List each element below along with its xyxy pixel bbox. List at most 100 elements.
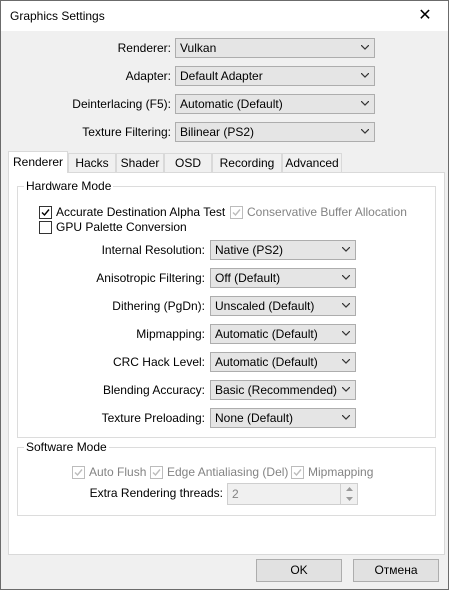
auto-flush-label: Auto Flush: [89, 465, 147, 479]
checkbox-checked-icon: [150, 465, 163, 479]
extra-threads-row: Extra Rendering threads:: [18, 486, 223, 500]
chevron-down-icon: [342, 359, 350, 364]
anisotropic-filtering-label: Anisotropic Filtering:: [96, 271, 205, 285]
tab-hacks-label: Hacks: [75, 156, 109, 170]
checkbox-unchecked-icon: [39, 220, 52, 234]
checkbox-checked-icon: [291, 465, 304, 479]
tab-recording-label: Recording: [219, 156, 275, 170]
accurate-destination-alpha-checkbox[interactable]: Accurate Destination Alpha Test: [39, 205, 225, 219]
chevron-down-icon: [342, 387, 350, 392]
deinterlacing-label: Deinterlacing (F5):: [72, 97, 171, 111]
conservative-buffer-checkbox[interactable]: Conservative Buffer Allocation: [230, 205, 407, 219]
window-title: Graphics Settings: [10, 9, 105, 23]
chevron-down-icon: [342, 331, 350, 336]
texture-filtering-label: Texture Filtering:: [82, 125, 171, 139]
crc-hack-level-label: CRC Hack Level:: [112, 355, 205, 369]
chevron-down-icon: [342, 303, 350, 308]
crc-hack-level-value: Automatic (Default): [215, 355, 318, 369]
renderer-label: Renderer:: [117, 41, 171, 55]
texture-preloading-select[interactable]: None (Default): [210, 408, 356, 428]
renderer-select[interactable]: Vulkan: [175, 38, 375, 58]
deinterlacing-value: Automatic (Default): [180, 97, 283, 111]
tab-renderer-label: Renderer: [12, 155, 64, 169]
extra-threads-value: 2: [232, 487, 239, 501]
dithering-select[interactable]: Unscaled (Default): [210, 296, 356, 316]
tab-advanced[interactable]: Advanced: [282, 153, 342, 172]
tab-hacks[interactable]: Hacks: [68, 153, 116, 172]
edge-antialiasing-label: Edge Antialiasing (Del): [167, 465, 289, 479]
blending-accuracy-row: Blending Accuracy: Basic (Recommended): [18, 380, 356, 400]
chevron-down-icon: [361, 45, 369, 50]
conservative-buffer-label: Conservative Buffer Allocation: [247, 205, 407, 219]
texture-filtering-select[interactable]: Bilinear (PS2): [175, 122, 375, 142]
dithering-row: Dithering (PgDn): Unscaled (Default): [18, 296, 356, 316]
checkbox-checked-icon: [230, 205, 243, 219]
texture-preloading-value: None (Default): [215, 411, 294, 425]
internal-resolution-select[interactable]: Native (PS2): [210, 240, 356, 260]
gpu-palette-conversion-checkbox[interactable]: GPU Palette Conversion: [39, 220, 187, 234]
spin-down-icon[interactable]: [341, 494, 357, 504]
internal-resolution-value: Native (PS2): [215, 243, 284, 257]
texture-preloading-row: Texture Preloading: None (Default): [18, 408, 356, 428]
edge-antialiasing-checkbox[interactable]: Edge Antialiasing (Del): [150, 465, 288, 479]
dithering-value: Unscaled (Default): [215, 299, 315, 313]
renderer-row: Renderer: Vulkan: [1, 38, 375, 58]
checkbox-checked-icon: [72, 465, 85, 479]
software-mipmapping-label: Mipmapping: [308, 465, 374, 479]
crc-hack-level-row: CRC Hack Level: Automatic (Default): [18, 352, 356, 372]
chevron-down-icon: [342, 415, 350, 420]
tab-shader[interactable]: Shader: [116, 153, 164, 172]
deinterlacing-select[interactable]: Automatic (Default): [175, 94, 375, 114]
mipmapping-select[interactable]: Automatic (Default): [210, 324, 356, 344]
internal-resolution-label: Internal Resolution:: [101, 243, 205, 257]
gpu-palette-conversion-label: GPU Palette Conversion: [56, 220, 187, 234]
mipmapping-row: Mipmapping: Automatic (Default): [18, 324, 356, 344]
tab-osd-label: OSD: [174, 156, 201, 170]
anisotropic-filtering-value: Off (Default): [215, 271, 281, 285]
title-bar: Graphics Settings ✕: [1, 1, 448, 31]
graphics-settings-window: Graphics Settings ✕ Renderer: Vulkan Ada…: [0, 0, 449, 590]
chevron-down-icon: [361, 129, 369, 134]
tab-advanced-label: Advanced: [285, 156, 339, 170]
texture-filtering-row: Texture Filtering: Bilinear (PS2): [1, 122, 375, 142]
tab-renderer[interactable]: Renderer: [8, 151, 68, 173]
software-mipmapping-checkbox[interactable]: Mipmapping: [291, 465, 373, 479]
auto-flush-checkbox[interactable]: Auto Flush: [72, 465, 146, 479]
spin-up-icon[interactable]: [341, 484, 357, 494]
adapter-select[interactable]: Default Adapter: [175, 66, 375, 86]
extra-threads-label: Extra Rendering threads:: [89, 486, 223, 500]
close-icon[interactable]: ✕: [402, 1, 448, 31]
adapter-label: Adapter:: [125, 69, 171, 83]
dithering-label: Dithering (PgDn):: [112, 299, 205, 313]
crc-hack-level-select[interactable]: Automatic (Default): [210, 352, 356, 372]
blending-accuracy-select[interactable]: Basic (Recommended): [210, 380, 356, 400]
adapter-row: Adapter: Default Adapter: [1, 66, 375, 86]
tab-recording[interactable]: Recording: [212, 153, 282, 172]
internal-resolution-row: Internal Resolution: Native (PS2): [18, 240, 356, 260]
software-mode-title: Software Mode: [24, 440, 109, 454]
blending-accuracy-value: Basic (Recommended): [215, 383, 338, 397]
mipmapping-label: Mipmapping:: [136, 327, 205, 341]
renderer-tab-panel: Hardware Mode Accurate Destination Alpha…: [8, 172, 445, 555]
chevron-down-icon: [361, 73, 369, 78]
anisotropic-filtering-row: Anisotropic Filtering: Off (Default): [18, 268, 356, 288]
tab-shader-label: Shader: [120, 156, 160, 170]
anisotropic-filtering-select[interactable]: Off (Default): [210, 268, 356, 288]
texture-preloading-label: Texture Preloading:: [101, 411, 205, 425]
cancel-button[interactable]: Отмена: [353, 559, 439, 582]
spinbox-buttons: [340, 484, 357, 504]
adapter-value: Default Adapter: [180, 69, 263, 83]
chevron-down-icon: [361, 101, 369, 106]
hardware-mode-group: Hardware Mode Accurate Destination Alpha…: [17, 179, 436, 438]
software-mode-group: Software Mode Auto Flush Edge Antialiasi…: [17, 440, 436, 516]
checkbox-checked-icon: [39, 205, 52, 219]
chevron-down-icon: [342, 247, 350, 252]
ok-button[interactable]: OK: [256, 559, 342, 582]
mipmapping-value: Automatic (Default): [215, 327, 318, 341]
renderer-value: Vulkan: [180, 41, 217, 55]
tab-osd[interactable]: OSD: [164, 153, 212, 172]
extra-threads-spinbox[interactable]: 2: [227, 483, 358, 505]
accurate-destination-alpha-label: Accurate Destination Alpha Test: [56, 205, 226, 219]
chevron-down-icon: [342, 275, 350, 280]
hardware-mode-title: Hardware Mode: [24, 179, 114, 193]
